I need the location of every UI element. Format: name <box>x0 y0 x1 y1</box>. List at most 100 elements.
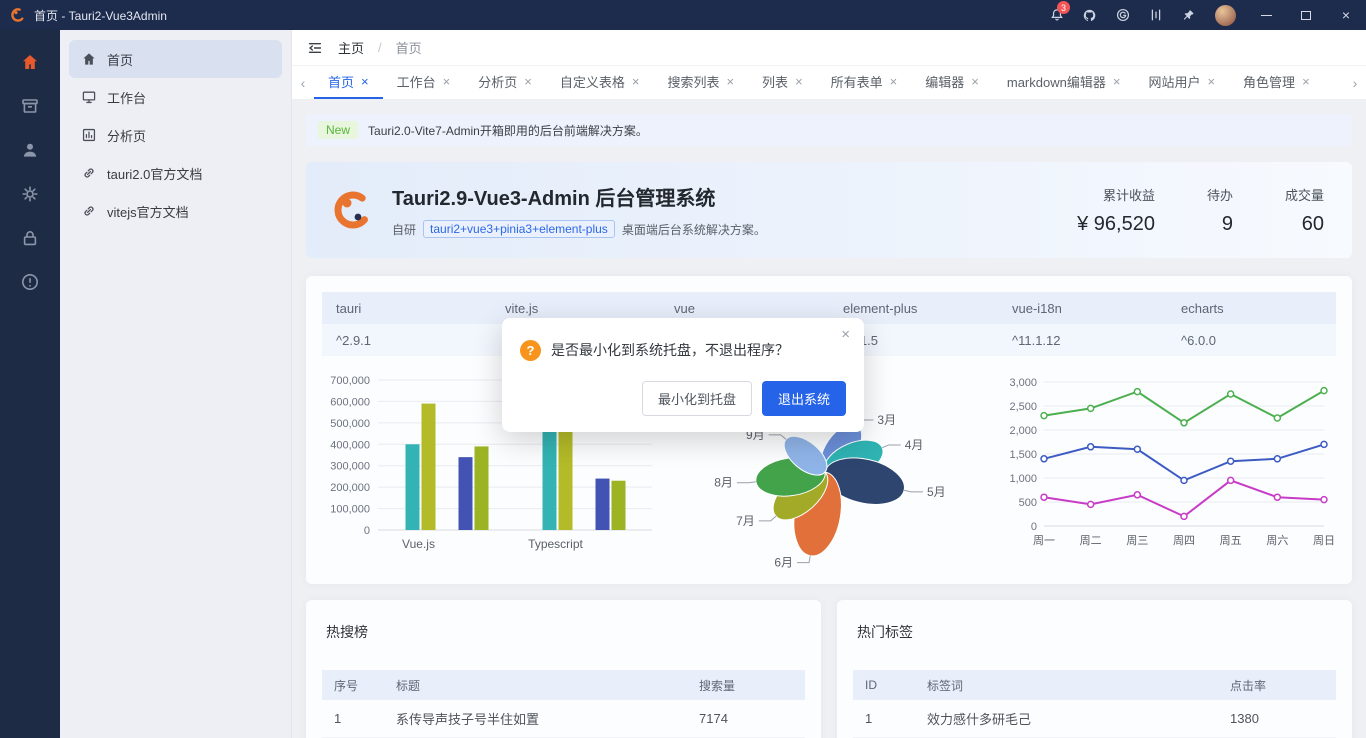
svg-text:600,000: 600,000 <box>330 396 370 408</box>
tab-close-icon[interactable]: × <box>632 75 640 88</box>
hero-title: Tauri2.9-Vue3-Admin 后台管理系统 <box>392 182 766 211</box>
github-icon[interactable] <box>1073 0 1106 30</box>
rail-item-errors[interactable] <box>8 262 52 302</box>
minimize-to-tray-button[interactable]: 最小化到托盘 <box>642 381 752 416</box>
minimize-icon <box>1261 15 1272 16</box>
sidebar-menu: 首页工作台分析页 tauri2.0官方文档 vitejs官方文档 <box>60 30 292 738</box>
gitee-icon[interactable] <box>1106 0 1139 30</box>
warning-icon <box>20 272 40 292</box>
rail-item-users[interactable] <box>8 130 52 170</box>
svg-text:1,500: 1,500 <box>1009 449 1037 461</box>
tab-label: 搜索列表 <box>667 72 719 91</box>
tab-close-icon[interactable]: × <box>361 75 369 88</box>
table-header-cell: ID <box>853 670 915 700</box>
announcement-text: Tauri2.0-Vite7-Admin开箱即用的后台前端解决方案。 <box>368 122 648 139</box>
hero-logo-icon <box>330 187 376 233</box>
tabs-prev-icon[interactable]: ‹ <box>292 66 314 99</box>
tab-item[interactable]: 列表 × <box>748 66 817 99</box>
archive-icon <box>20 96 40 116</box>
sidebar-item-analysis[interactable]: 分析页 <box>69 116 282 154</box>
tab-close-icon[interactable]: × <box>1113 75 1121 88</box>
sidebar-item-label: vitejs官方文档 <box>107 202 189 221</box>
maximize-button[interactable] <box>1286 0 1326 30</box>
tab-item[interactable]: 所有表单 × <box>817 66 912 99</box>
stat-value: ¥ 96,520 <box>1077 213 1155 236</box>
tab-item[interactable]: 角色管理× <box>1229 66 1324 99</box>
confirm-dialog: × ? 是否最小化到系统托盘，不退出程序？ 最小化到托盘 退出系统 <box>502 318 864 432</box>
rail-item-components[interactable] <box>8 86 52 126</box>
sidebar-collapse-icon[interactable] <box>306 39 324 57</box>
svg-text:1,000: 1,000 <box>1009 473 1037 485</box>
breadcrumb-root[interactable]: 主页 <box>338 38 364 57</box>
svg-text:2,500: 2,500 <box>1009 401 1037 413</box>
hero-stats: 累计收益¥ 96,520待办9成交量60 <box>1077 185 1324 236</box>
tab-item[interactable]: markdown编辑器 × <box>993 66 1135 99</box>
user-avatar[interactable] <box>1215 5 1236 26</box>
svg-text:周三: 周三 <box>1126 534 1148 547</box>
dialog-close-icon[interactable]: × <box>841 327 850 342</box>
tabbar: ‹ 首页×工作台×分析页×自定义表格×搜索列表×列表×所有表单×编辑器×mark… <box>292 66 1366 100</box>
tab-list: 首页×工作台×分析页×自定义表格×搜索列表×列表×所有表单×编辑器×markdo… <box>314 66 1344 99</box>
breadcrumb-separator: / <box>378 40 382 55</box>
hot-tags-title: 热门标签 <box>857 622 1336 642</box>
tab-close-icon[interactable]: × <box>524 75 532 88</box>
tab-label: 自定义表格 <box>560 72 625 91</box>
tab-close-icon[interactable]: × <box>726 75 734 88</box>
svg-text:5月: 5月 <box>927 485 946 499</box>
tab-label: 列表 <box>762 72 788 91</box>
tab-close-icon[interactable]: × <box>971 75 979 88</box>
tab-item[interactable]: 自定义表格 × <box>546 66 654 99</box>
tab-close-icon[interactable]: × <box>890 75 898 88</box>
tab-item[interactable]: 首页× <box>314 66 383 99</box>
table-header-row: ID标签词点击率 <box>853 670 1336 700</box>
sidebar-item-tauri-docs[interactable]: tauri2.0官方文档 <box>69 154 282 192</box>
line-chart: 05001,0001,5002,0002,5003,000周一周二周三周四周五周… <box>998 368 1336 568</box>
tab-label: markdown编辑器 <box>1007 72 1106 91</box>
tab-label: 编辑器 <box>925 72 964 91</box>
tech-stack-tag[interactable]: tauri2+vue3+pinia3+element-plus <box>423 220 615 238</box>
pin-icon[interactable] <box>1172 0 1205 30</box>
hot-search-card: 热搜榜 序号标题搜索量1系传导声技子号半住如置7174 <box>306 600 821 738</box>
tab-close-icon[interactable]: × <box>443 75 451 88</box>
notification-bell-icon[interactable]: 3 <box>1040 0 1073 30</box>
rail-item-settings[interactable] <box>8 174 52 214</box>
tab-close-icon[interactable]: × <box>795 75 803 88</box>
user-icon <box>20 140 40 160</box>
home-icon <box>20 52 40 72</box>
tab-item[interactable]: 编辑器 × <box>911 66 993 99</box>
table-header-cell: 标签词 <box>915 670 1218 700</box>
table-header-cell: vue-i18n <box>998 292 1167 324</box>
dialog-actions: 最小化到托盘 退出系统 <box>520 381 846 416</box>
tab-item[interactable]: 工作台× <box>383 66 465 99</box>
rail-item-home[interactable] <box>8 42 52 82</box>
sidebar-item-home[interactable]: 首页 <box>69 40 282 78</box>
sidebar-item-vitejs-docs[interactable]: vitejs官方文档 <box>69 192 282 230</box>
svg-text:100,000: 100,000 <box>330 504 370 516</box>
gear-icon <box>20 184 40 204</box>
tabs-next-icon[interactable]: › <box>1344 66 1366 99</box>
tab-item[interactable]: 分析页× <box>464 66 546 99</box>
stat-label: 累计收益 <box>1103 185 1155 204</box>
stat-total-revenue: 累计收益 ¥ 96,520 <box>1077 185 1155 236</box>
tab-close-icon[interactable]: × <box>1207 75 1215 88</box>
stat-value: 9 <box>1222 213 1233 236</box>
rail-item-permissions[interactable] <box>8 218 52 258</box>
table-cell: 1 <box>853 700 915 738</box>
svg-text:周四: 周四 <box>1173 534 1195 547</box>
stat-label: 成交量 <box>1285 185 1324 204</box>
tab-close-icon[interactable]: × <box>1302 75 1310 88</box>
table-header-cell: 点击率 <box>1218 670 1336 700</box>
close-button[interactable]: × <box>1326 0 1366 30</box>
tab-item[interactable]: 网站用户× <box>1134 66 1229 99</box>
tab-label: 所有表单 <box>831 72 883 91</box>
exit-system-button[interactable]: 退出系统 <box>762 381 846 416</box>
table-cell: ^2.9.1 <box>322 324 491 356</box>
layout-columns-icon[interactable] <box>1139 0 1172 30</box>
bottom-row: 热搜榜 序号标题搜索量1系传导声技子号半住如置7174 热门标签 ID标签词点击… <box>306 600 1352 738</box>
sidebar-item-workbench[interactable]: 工作台 <box>69 78 282 116</box>
tab-item[interactable]: 搜索列表 × <box>653 66 748 99</box>
svg-text:6月: 6月 <box>774 556 793 568</box>
sidebar-item-label: 分析页 <box>107 126 146 145</box>
navbar: 主页 / 首页 <box>292 30 1366 66</box>
minimize-button[interactable] <box>1246 0 1286 30</box>
